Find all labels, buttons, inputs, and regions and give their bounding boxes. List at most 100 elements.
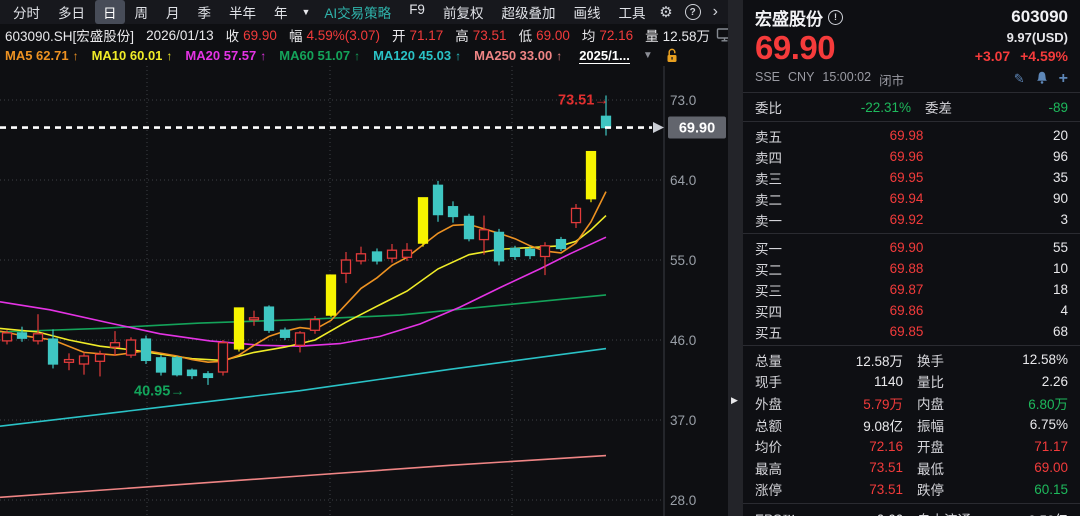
stat-label: 涨停 <box>755 479 817 499</box>
level-price[interactable]: 69.90 <box>819 240 994 255</box>
date-range-dropdown-icon[interactable]: ▼ <box>643 50 653 61</box>
stat-label: 总量 <box>755 350 817 370</box>
field-开: 开71.17 <box>392 25 443 45</box>
stat-value: 71.17 <box>983 439 1068 454</box>
toolbar-item-超级叠加[interactable]: 超级叠加 <box>493 0 563 24</box>
field-value: 12.58万 <box>663 25 710 45</box>
candle-body <box>572 208 581 222</box>
chevron-right-icon[interactable]: › <box>713 5 718 19</box>
edit-icon[interactable]: ✎ <box>1014 71 1025 87</box>
more-periods-dropdown-icon[interactable]: ▼ <box>297 7 316 17</box>
bid-row[interactable]: 买五69.8568 <box>755 321 1068 342</box>
weibi-value: -22.31% <box>819 100 911 115</box>
quote-time: 15:00:02 <box>822 70 871 89</box>
candle-body <box>403 250 412 257</box>
stat-label: 跌停 <box>917 479 983 499</box>
help-icon[interactable]: ? <box>685 4 701 20</box>
stock-name: 宏盛股份 <box>755 5 823 30</box>
candle-body <box>465 216 474 238</box>
stat-label: 开盘 <box>917 436 983 456</box>
level-price[interactable]: 69.92 <box>819 212 994 227</box>
field-幅: 幅4.59%(3.07) <box>289 25 380 45</box>
toolbar-item-前复权[interactable]: 前复权 <box>435 0 492 24</box>
ma-label: MA120 45.03 <box>373 48 451 63</box>
level-qty: 4 <box>994 303 1068 318</box>
exchange-label: SSE <box>755 70 780 89</box>
stat-row: 外盘5.79万内盘6.80万 <box>755 392 1068 414</box>
bid-row[interactable]: 买三69.8718 <box>755 279 1068 300</box>
ma-label: MA10 60.01 <box>92 48 163 63</box>
ma-item-MA120: MA120 45.03 ↑ <box>373 48 461 63</box>
field-value: 69.90 <box>243 28 277 43</box>
toolbar-item-工具[interactable]: 工具 <box>610 0 653 24</box>
price-tag-label: 69.90 <box>679 121 715 137</box>
ma-label: MA20 57.57 <box>185 48 256 63</box>
bell-icon[interactable] <box>1036 71 1048 87</box>
level-qty: 10 <box>994 261 1068 276</box>
candle-body <box>265 307 274 330</box>
eps-label: EPS™ <box>755 512 817 516</box>
stat-value: 6.75% <box>983 417 1068 432</box>
panel-divider[interactable]: ▶ <box>728 0 743 516</box>
stat-value: 6.80万 <box>983 393 1068 413</box>
bid-row[interactable]: 买一69.9055 <box>755 237 1068 258</box>
field-label: 高 <box>455 25 469 45</box>
y-tick-label: 73.0 <box>670 93 696 108</box>
stat-label: 最低 <box>917 458 983 478</box>
level-price[interactable]: 69.88 <box>819 261 994 276</box>
bid-row[interactable]: 买二69.8810 <box>755 258 1068 279</box>
y-tick-label: 46.0 <box>670 333 696 348</box>
currency-label: CNY <box>788 70 814 89</box>
candle-body <box>541 246 550 257</box>
ma-label: MA60 51.07 <box>279 48 350 63</box>
date-range-selector[interactable]: 2025/1... <box>579 48 630 64</box>
ohlc-fields: 收69.90幅4.59%(3.07)开71.17高73.51低69.00均72.… <box>226 25 710 45</box>
candlestick-chart[interactable]: 73.064.055.046.037.028.069.9040.95→73.51… <box>0 66 728 516</box>
up-arrow-icon: ↑ <box>455 49 461 63</box>
ask-row[interactable]: 卖一69.923 <box>755 209 1068 230</box>
level-price[interactable]: 69.96 <box>819 149 994 164</box>
tab-多日[interactable]: 多日 <box>50 0 93 24</box>
tab-半年[interactable]: 半年 <box>221 0 264 24</box>
usd-price: 9.97(USD) <box>975 29 1068 47</box>
toolbar-item-画线[interactable]: 画线 <box>565 0 608 24</box>
period-tabs: 分时多日日周月季半年年 <box>4 0 297 24</box>
ma-item-MA20: MA20 57.57↑ <box>185 48 266 63</box>
quote-panel: 宏盛股份 ! 603090 69.90 9.97(USD) +3.07 +4.5… <box>743 0 1080 516</box>
tab-年[interactable]: 年 <box>266 0 296 24</box>
candle-body <box>34 334 43 341</box>
toolbar-menu: AI交易策略F9前复权超级叠加画线工具 <box>315 0 654 24</box>
level-price[interactable]: 69.86 <box>819 303 994 318</box>
tab-日[interactable]: 日 <box>95 0 125 24</box>
tab-月[interactable]: 月 <box>158 0 188 24</box>
level-price[interactable]: 69.94 <box>819 191 994 206</box>
bid-row[interactable]: 买四69.864 <box>755 300 1068 321</box>
tab-周[interactable]: 周 <box>127 0 157 24</box>
candle-body <box>357 254 366 261</box>
ask-row[interactable]: 卖二69.9490 <box>755 188 1068 209</box>
ask-row[interactable]: 卖四69.9696 <box>755 146 1068 167</box>
ask-row[interactable]: 卖三69.9535 <box>755 167 1068 188</box>
stat-value: 72.16 <box>817 439 903 454</box>
tab-季[interactable]: 季 <box>190 0 220 24</box>
add-icon[interactable]: + <box>1059 73 1068 85</box>
candle-body <box>65 360 74 363</box>
level-price[interactable]: 69.85 <box>819 324 994 339</box>
field-均: 均72.16 <box>582 25 633 45</box>
level-price[interactable]: 69.87 <box>819 282 994 297</box>
ask-row[interactable]: 卖五69.9820 <box>755 125 1068 146</box>
unlock-icon[interactable] <box>666 48 678 63</box>
collapse-panel-icon[interactable]: ▶ <box>731 395 738 406</box>
gear-icon[interactable]: ⚙ <box>659 3 672 21</box>
info-icon[interactable]: ! <box>828 10 843 25</box>
toolbar-item-F9[interactable]: F9 <box>401 0 433 24</box>
stat-value: 2.26 <box>983 374 1068 389</box>
up-arrow-icon: ↑ <box>166 49 172 63</box>
eps-row: EPS™ 0.66 自由流通 0.50亿 <box>755 507 1068 516</box>
level-price[interactable]: 69.95 <box>819 170 994 185</box>
tab-分时[interactable]: 分时 <box>5 0 48 24</box>
level-price[interactable]: 69.98 <box>819 128 994 143</box>
toolbar-item-AI交易策略[interactable]: AI交易策略 <box>316 0 399 24</box>
candle-body <box>327 275 336 315</box>
candlestick-chart-area[interactable]: 73.064.055.046.037.028.069.9040.95→73.51… <box>0 66 728 516</box>
